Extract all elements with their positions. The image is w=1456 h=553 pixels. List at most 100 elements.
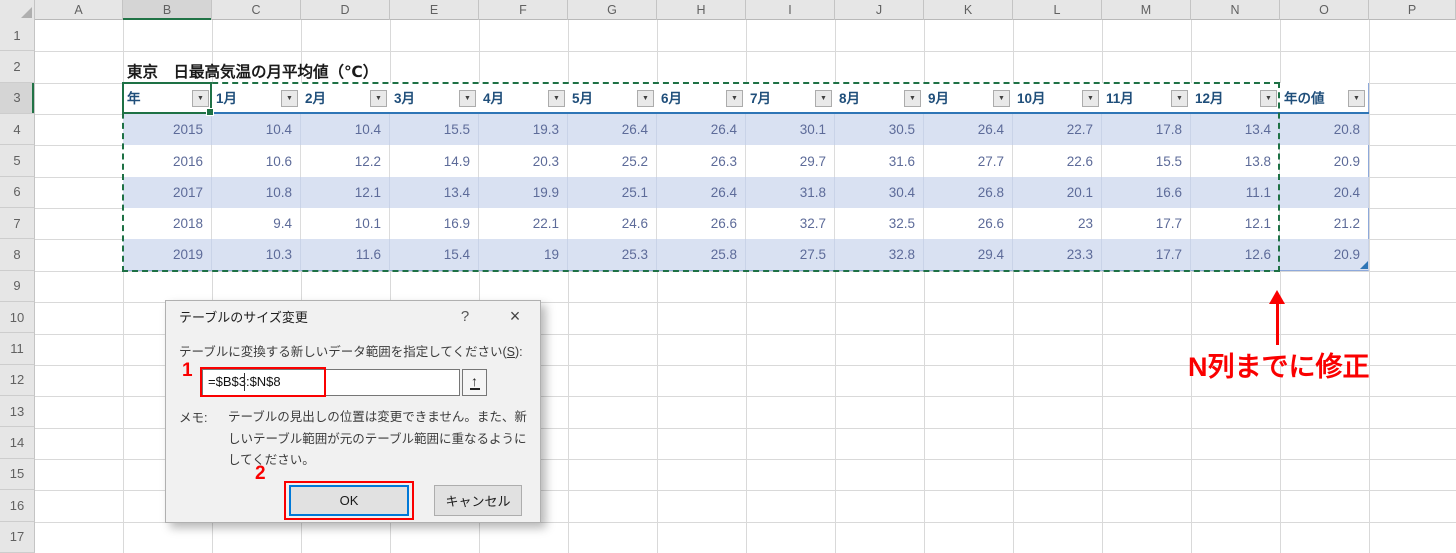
active-cell-B3[interactable] (122, 82, 214, 116)
column-header-N[interactable]: N (1191, 0, 1280, 20)
column-header-C[interactable]: C (212, 0, 301, 20)
select-all-corner[interactable] (0, 0, 35, 20)
row-header-16[interactable]: 16 (0, 490, 35, 522)
table-data-cell[interactable]: 9.4 (212, 208, 301, 240)
table-data-cell[interactable]: 25.2 (568, 145, 657, 177)
filter-dropdown-button[interactable]: ▼ (459, 90, 476, 108)
table-data-cell[interactable]: 15.5 (390, 114, 479, 146)
table-data-cell[interactable]: 19 (479, 239, 568, 271)
column-header-I[interactable]: I (746, 0, 835, 20)
column-header-K[interactable]: K (924, 0, 1013, 20)
table-data-cell[interactable]: 26.4 (924, 114, 1013, 146)
table-header-cell[interactable]: 4月 ▼ (479, 82, 568, 113)
table-data-cell[interactable]: 27.7 (924, 145, 1013, 177)
table-data-cell[interactable]: 21.2 (1280, 208, 1369, 240)
filter-dropdown-button[interactable]: ▼ (548, 90, 565, 108)
table-header-cell[interactable]: 5月 ▼ (568, 82, 657, 113)
table-data-cell[interactable]: 22.7 (1013, 114, 1102, 146)
table-data-cell[interactable]: 32.7 (746, 208, 835, 240)
table-data-cell[interactable]: 26.6 (657, 208, 746, 240)
table-data-cell[interactable]: 29.7 (746, 145, 835, 177)
row-header-17[interactable]: 17 (0, 521, 35, 553)
row-header-14[interactable]: 14 (0, 427, 35, 459)
table-data-cell[interactable]: 17.8 (1102, 114, 1191, 146)
row-header-13[interactable]: 13 (0, 396, 35, 428)
table-data-cell[interactable]: 17.7 (1102, 208, 1191, 240)
filter-dropdown-button[interactable]: ▼ (1348, 90, 1365, 108)
column-header-P[interactable]: P (1369, 0, 1456, 20)
table-data-cell[interactable]: 13.4 (1191, 114, 1280, 146)
table-header-cell[interactable]: 7月 ▼ (746, 82, 835, 113)
row-header-6[interactable]: 6 (0, 176, 35, 209)
table-data-cell[interactable]: 30.4 (835, 176, 924, 209)
table-data-cell[interactable]: 20.9 (1280, 145, 1369, 177)
table-header-cell[interactable]: 年の値 ▼ (1280, 82, 1369, 113)
table-data-cell[interactable]: 12.6 (1191, 239, 1280, 271)
column-header-F[interactable]: F (479, 0, 568, 20)
row-header-5[interactable]: 5 (0, 145, 35, 177)
table-data-cell[interactable]: 30.1 (746, 114, 835, 146)
table-data-cell[interactable]: 16.9 (390, 208, 479, 240)
filter-dropdown-button[interactable]: ▼ (281, 90, 298, 108)
row-header-4[interactable]: 4 (0, 114, 35, 146)
table-data-cell[interactable]: 20.9 (1280, 239, 1369, 271)
table-data-cell[interactable]: 16.6 (1102, 176, 1191, 209)
table-data-cell[interactable]: 10.8 (212, 176, 301, 209)
column-header-B[interactable]: B (123, 0, 212, 20)
table-data-cell[interactable]: 2015 (123, 114, 212, 146)
row-header-12[interactable]: 12 (0, 364, 35, 397)
table-data-cell[interactable]: 26.3 (657, 145, 746, 177)
fill-handle[interactable] (206, 108, 214, 116)
filter-dropdown-button[interactable]: ▼ (637, 90, 654, 108)
column-header-A[interactable]: A (35, 0, 123, 20)
filter-dropdown-button[interactable]: ▼ (904, 90, 921, 108)
table-data-cell[interactable]: 13.4 (390, 176, 479, 209)
column-header-M[interactable]: M (1102, 0, 1191, 20)
row-header-11[interactable]: 11 (0, 333, 35, 365)
table-data-cell[interactable]: 26.4 (568, 114, 657, 146)
cancel-button[interactable]: キャンセル (434, 485, 522, 516)
column-header-L[interactable]: L (1013, 0, 1102, 20)
dialog-titlebar[interactable]: テーブルのサイズ変更 ? × (166, 301, 540, 331)
table-data-cell[interactable]: 17.7 (1102, 239, 1191, 271)
table-data-cell[interactable]: 29.4 (924, 239, 1013, 271)
table-data-cell[interactable]: 10.1 (301, 208, 390, 240)
table-data-cell[interactable]: 26.6 (924, 208, 1013, 240)
table-data-cell[interactable]: 14.9 (390, 145, 479, 177)
table-data-cell[interactable]: 22.1 (479, 208, 568, 240)
table-data-cell[interactable]: 20.1 (1013, 176, 1102, 209)
filter-dropdown-button[interactable]: ▼ (1260, 90, 1277, 108)
table-data-cell[interactable]: 25.8 (657, 239, 746, 271)
filter-dropdown-button[interactable]: ▼ (993, 90, 1010, 108)
row-header-3[interactable]: 3 (0, 82, 35, 115)
table-data-cell[interactable]: 24.6 (568, 208, 657, 240)
column-header-G[interactable]: G (568, 0, 657, 20)
table-resize-handle-icon[interactable] (1360, 261, 1368, 269)
table-data-cell[interactable]: 32.8 (835, 239, 924, 271)
table-data-cell[interactable]: 2018 (123, 208, 212, 240)
table-data-cell[interactable]: 10.4 (212, 114, 301, 146)
table-data-cell[interactable]: 2016 (123, 145, 212, 177)
table-data-cell[interactable]: 31.8 (746, 176, 835, 209)
table-data-cell[interactable]: 12.1 (301, 176, 390, 209)
table-data-cell[interactable]: 20.3 (479, 145, 568, 177)
table-data-cell[interactable]: 12.1 (1191, 208, 1280, 240)
table-data-cell[interactable]: 10.3 (212, 239, 301, 271)
row-header-15[interactable]: 15 (0, 458, 35, 491)
column-header-O[interactable]: O (1280, 0, 1369, 20)
row-header-7[interactable]: 7 (0, 208, 35, 240)
row-header-1[interactable]: 1 (0, 20, 35, 52)
table-data-cell[interactable]: 15.5 (1102, 145, 1191, 177)
table-data-cell[interactable]: 32.5 (835, 208, 924, 240)
table-data-cell[interactable]: 25.3 (568, 239, 657, 271)
table-data-cell[interactable]: 11.1 (1191, 176, 1280, 209)
table-data-cell[interactable]: 12.2 (301, 145, 390, 177)
column-header-D[interactable]: D (301, 0, 390, 20)
column-header-E[interactable]: E (390, 0, 479, 20)
table-data-cell[interactable]: 31.6 (835, 145, 924, 177)
filter-dropdown-button[interactable]: ▼ (815, 90, 832, 108)
ok-button[interactable]: OK (289, 485, 409, 516)
filter-dropdown-button[interactable]: ▼ (370, 90, 387, 108)
table-data-cell[interactable]: 20.8 (1280, 114, 1369, 146)
table-header-cell[interactable]: 9月 ▼ (924, 82, 1013, 113)
